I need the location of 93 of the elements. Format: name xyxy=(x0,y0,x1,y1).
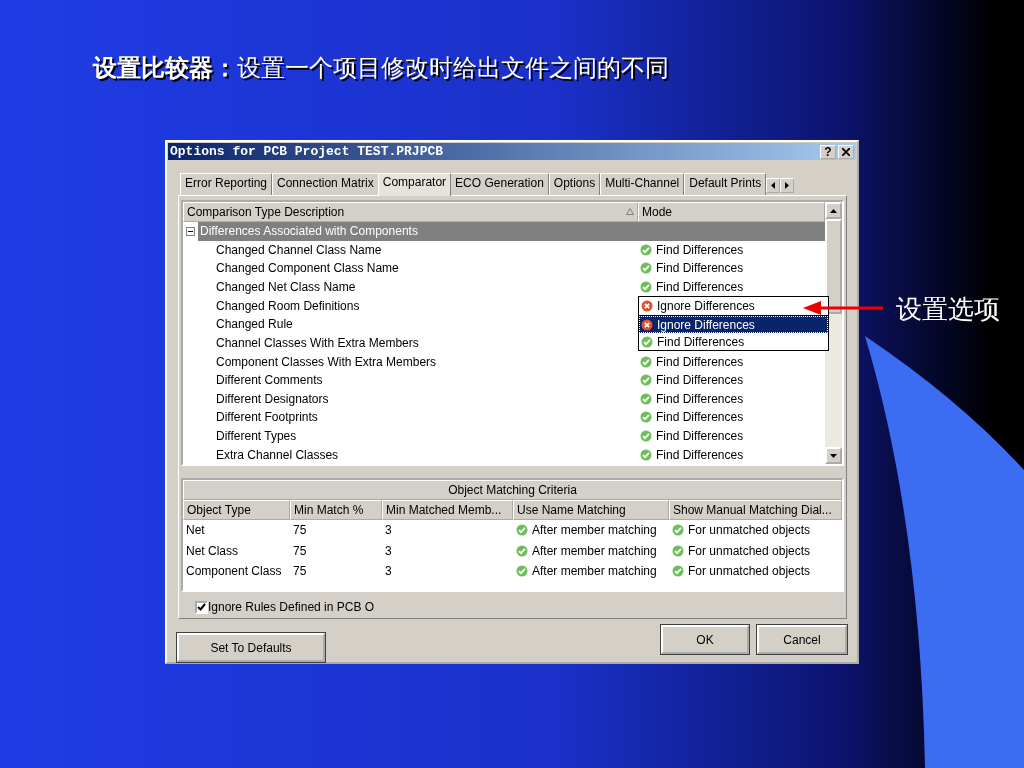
column-header[interactable]: Use Name Matching xyxy=(513,500,669,520)
mode-cell: Find Differences xyxy=(656,410,744,425)
caret-down-icon xyxy=(830,453,837,458)
column-header[interactable]: Comparison Type Description xyxy=(183,202,638,222)
checkbox-label: Ignore Rules Defined in PCB O xyxy=(208,600,375,614)
sort-icon xyxy=(626,208,634,216)
check-icon xyxy=(640,355,652,368)
description-cell-text: Different Footprints xyxy=(215,410,319,425)
check-icon xyxy=(641,335,653,348)
cancel-button[interactable]: Cancel xyxy=(757,625,847,654)
check-icon xyxy=(672,524,684,537)
description-cell-text: Different Designators xyxy=(215,391,330,406)
table-title: Object Matching Criteria xyxy=(183,480,842,500)
mode-cell: Find Differences xyxy=(656,280,744,295)
window-title: Options for PCB Project TEST.PRJPCB xyxy=(170,144,445,159)
column-header[interactable]: Show Manual Matching Dial... xyxy=(669,500,842,520)
dropdown-option[interactable]: Find Differences xyxy=(639,333,828,351)
tab[interactable]: Comparator xyxy=(377,173,452,196)
description-cell-text: Different Comments xyxy=(215,373,324,388)
description-cell-text: Different Types xyxy=(215,429,298,444)
description-cell-text: Component Classes With Extra Members xyxy=(215,354,438,369)
tab-scroll-right-button[interactable] xyxy=(780,178,795,193)
table-cell: For unmatched objects xyxy=(688,523,811,538)
description-cell-text: Changed Channel Class Name xyxy=(215,242,383,257)
description-cell-text: Changed Room Definitions xyxy=(215,298,361,313)
caret-left-icon xyxy=(771,182,776,189)
checkbox[interactable] xyxy=(195,600,208,614)
close-button[interactable] xyxy=(838,144,854,159)
check-icon xyxy=(516,524,528,537)
column-header[interactable]: Min Match % xyxy=(290,500,382,520)
description-cell-text: Changed Net Class Name xyxy=(215,280,357,295)
column-header[interactable]: Min Matched Memb... xyxy=(382,500,513,520)
table-cell-text: Net Class xyxy=(185,543,239,558)
caret-up-icon xyxy=(830,208,837,213)
check-icon xyxy=(672,565,684,578)
close-icon xyxy=(842,147,850,156)
table-cell: After member matching xyxy=(532,564,657,579)
column-header[interactable]: Mode xyxy=(638,202,825,222)
table-cell: After member matching xyxy=(532,543,657,558)
mode-cell: Find Differences xyxy=(656,261,744,276)
help-button[interactable]: ? xyxy=(820,144,836,159)
table-cell: After member matching xyxy=(532,523,657,538)
table-cell-text: 3 xyxy=(384,523,393,538)
ok-button[interactable]: OK xyxy=(661,625,749,654)
table-cell-text: 75 xyxy=(292,543,308,558)
mode-cell: Find Differences xyxy=(656,447,744,462)
check-icon xyxy=(640,262,652,275)
mode-cell: Find Differences xyxy=(656,391,744,406)
table-cell: For unmatched objects xyxy=(688,564,811,579)
tab[interactable]: ECO Generation xyxy=(450,173,549,195)
slide-title: 设置比较器：设置一个项目修改时给出文件之间的不同 xyxy=(93,53,670,83)
set-defaults-button[interactable]: Set To Defaults xyxy=(177,633,325,662)
arrow-icon xyxy=(803,301,883,315)
tab[interactable]: Multi-Channel xyxy=(600,173,685,195)
error-icon xyxy=(641,318,653,331)
check-icon xyxy=(640,281,652,294)
tab[interactable]: Default Prints xyxy=(684,173,767,195)
collapse-icon[interactable] xyxy=(186,226,195,236)
scrollbar[interactable] xyxy=(825,202,842,464)
tab-scroll-left-button[interactable] xyxy=(766,178,781,193)
tab[interactable]: Connection Matrix xyxy=(272,173,379,195)
check-icon xyxy=(640,392,652,405)
column-header[interactable]: Object Type xyxy=(183,500,290,520)
tab[interactable]: Options xyxy=(548,173,601,195)
description-cell-text: Changed Component Class Name xyxy=(215,261,400,276)
description-cell-text: Changed Rule xyxy=(215,317,294,332)
mode-dropdown[interactable]: Ignore Differences xyxy=(638,296,829,317)
table-cell: For unmatched objects xyxy=(688,543,811,558)
tab[interactable]: Error Reporting xyxy=(180,173,273,195)
table-cell-text: 3 xyxy=(384,564,393,579)
check-icon xyxy=(640,374,652,387)
check-icon xyxy=(640,411,652,424)
table-cell-text: 75 xyxy=(292,523,308,538)
table-cell-text: Component Class xyxy=(185,564,283,579)
mode-cell: Find Differences xyxy=(656,354,744,369)
check-icon xyxy=(516,565,528,578)
description-cell-text: Extra Channel Classes xyxy=(215,447,340,462)
check-icon xyxy=(516,544,528,557)
check-icon xyxy=(640,448,652,461)
caret-right-icon xyxy=(785,182,790,189)
table-cell-text: 3 xyxy=(384,543,393,558)
check-icon xyxy=(640,430,652,443)
check-icon xyxy=(672,544,684,557)
mode-cell: Find Differences xyxy=(656,242,744,257)
error-icon xyxy=(641,300,653,313)
check-icon xyxy=(640,243,652,256)
mode-cell: Find Differences xyxy=(656,429,744,444)
dropdown-option[interactable]: Ignore Differences xyxy=(639,316,828,334)
mode-cell: Find Differences xyxy=(656,373,744,388)
description-cell-text: Channel Classes With Extra Members xyxy=(215,336,420,350)
table-cell-text: 75 xyxy=(292,564,308,579)
callout-label: 设置选项 xyxy=(896,293,1000,326)
table-cell-text: Net xyxy=(185,523,206,538)
